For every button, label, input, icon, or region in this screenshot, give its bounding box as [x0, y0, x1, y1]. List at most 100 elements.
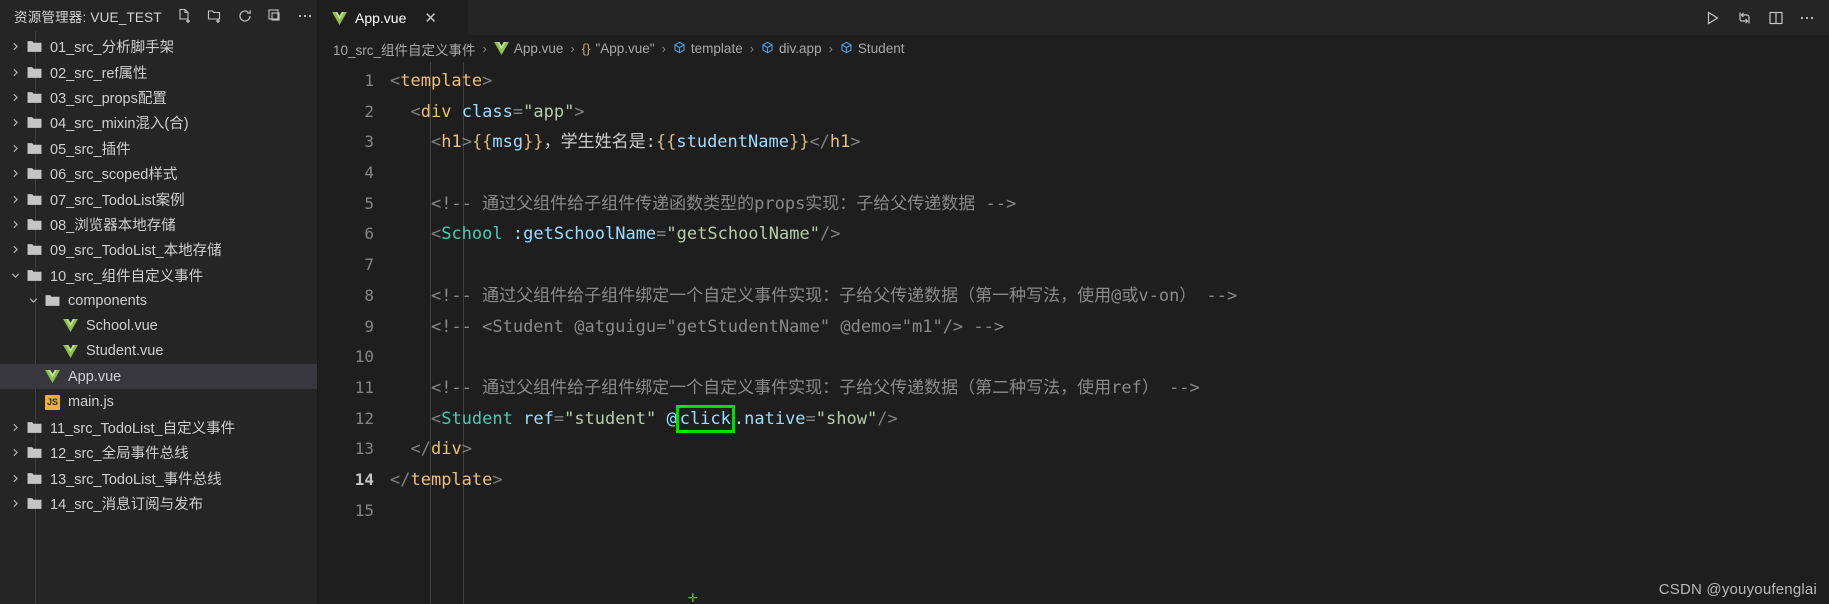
code-line-1[interactable]: <template> [390, 66, 1829, 97]
code-content[interactable]: <template> <div class="app"> <h1>{{msg}}… [390, 62, 1829, 604]
tree-item-label: App.vue [68, 368, 122, 385]
folder-icon [42, 294, 63, 307]
code-line-2[interactable]: <div class="app"> [390, 97, 1829, 128]
tree-item-3[interactable]: 04_src_mixin混入(合) [0, 110, 317, 135]
tree-item-9[interactable]: 10_src_组件自定义事件 [0, 263, 317, 288]
folder-icon [24, 243, 45, 256]
code-line-14[interactable]: </template> [390, 465, 1829, 496]
tree-item-8[interactable]: 09_src_TodoList_本地存储 [0, 237, 317, 262]
breadcrumb-separator: › [482, 41, 487, 56]
tree-item-7[interactable]: 08_浏览器本地存储 [0, 212, 317, 237]
breadcrumb-item-4[interactable]: div.app [761, 41, 822, 57]
line-number: 10 [354, 347, 374, 367]
tree-item-label: 12_src_全局事件总线 [50, 446, 189, 463]
collapse-all-icon[interactable] [266, 6, 285, 25]
more-editor-actions-icon[interactable] [1799, 10, 1815, 26]
tree-item-16[interactable]: 12_src_全局事件总线 [0, 440, 317, 465]
tree-item-4[interactable]: 05_src_插件 [0, 136, 317, 161]
tree-item-0[interactable]: 01_src_分析脚手架 [0, 34, 317, 59]
braces-icon: {} [581, 41, 591, 56]
line-number: 12 [354, 408, 374, 428]
tab-app-vue[interactable]: App.vue ✕ [318, 0, 468, 35]
chevron-down-icon[interactable] [7, 270, 24, 281]
code-line-15[interactable] [390, 496, 1829, 527]
code-line-11[interactable]: <!-- 通过父组件给子组件绑定一个自定义事件实现：子给父传递数据（第二种写法，… [390, 373, 1829, 404]
tree-item-10[interactable]: components [0, 288, 317, 313]
new-file-icon[interactable] [176, 6, 195, 25]
folder-icon [24, 66, 45, 79]
tree-item-15[interactable]: 11_src_TodoList_自定义事件 [0, 415, 317, 440]
breadcrumb-item-0[interactable]: 10_src_组件自定义事件 [333, 39, 476, 59]
code-editor[interactable]: 1 2 3 4 5 6 7 8 9 10 11 12 13 14 15 <template> <div cl… [318, 62, 1829, 604]
chevron-right-icon[interactable] [7, 67, 24, 78]
tabbar-spacer [468, 0, 1705, 35]
split-editor-icon[interactable] [1768, 10, 1784, 26]
code-line-8[interactable]: <!-- 通过父组件给子组件绑定一个自定义事件实现：子给父传递数据（第一种写法，… [390, 281, 1829, 312]
line-number: 5 [364, 193, 374, 213]
file-tree[interactable]: 01_src_分析脚手架 02_src_ref属性 03_src_props配置 04… [0, 31, 317, 604]
tree-item-6[interactable]: 07_src_TodoList案例 [0, 186, 317, 211]
more-actions-icon[interactable] [296, 6, 315, 25]
breadcrumb-item-2[interactable]: {} "App.vue" [582, 41, 655, 56]
watermark: CSDN @youyoufenglai [1658, 581, 1817, 598]
highlighted-click-token: click [675, 404, 735, 433]
line-number: 2 [364, 101, 374, 121]
code-line-4[interactable] [390, 158, 1829, 189]
code-line-3[interactable]: <h1>{{msg}}，学生姓名是:{{studentName}}</h1> [390, 127, 1829, 158]
js-icon: JS [45, 394, 60, 410]
tab-label: App.vue [355, 10, 407, 26]
chevron-right-icon[interactable] [7, 117, 24, 128]
breadcrumb-item-1[interactable]: App.vue [493, 41, 563, 56]
folder-icon [24, 497, 45, 510]
tree-item-12[interactable]: Student.vue [0, 339, 317, 364]
code-line-13[interactable]: </div> [390, 434, 1829, 465]
new-folder-icon[interactable] [206, 6, 225, 25]
tree-item-18[interactable]: 14_src_消息订阅与发布 [0, 491, 317, 516]
close-icon[interactable]: ✕ [424, 11, 437, 26]
tree-item-label: 07_src_TodoList案例 [50, 192, 185, 209]
explorer-actions [176, 6, 315, 25]
chevron-right-icon[interactable] [7, 498, 24, 509]
code-line-5[interactable]: <!-- 通过父组件给子组件传递函数类型的props实现：子给父传递数据 --> [390, 189, 1829, 220]
breadcrumb-item-5[interactable]: Student [840, 41, 904, 57]
code-line-6[interactable]: <School :getSchoolName="getSchoolName"/> [390, 219, 1829, 250]
chevron-right-icon[interactable] [7, 168, 24, 179]
tree-item-2[interactable]: 03_src_props配置 [0, 85, 317, 110]
split-run-icon[interactable] [1736, 10, 1753, 26]
tree-item-5[interactable]: 06_src_scoped样式 [0, 161, 317, 186]
tree-item-label: 11_src_TodoList_自定义事件 [50, 421, 236, 438]
code-line-12[interactable]: <Student ref="student" @ click .native="sh… [390, 404, 1829, 435]
code-line-10[interactable] [390, 342, 1829, 373]
refresh-icon[interactable] [236, 6, 255, 25]
cube-icon [840, 41, 853, 57]
tree-item-17[interactable]: 13_src_TodoList_事件总线 [0, 466, 317, 491]
breadcrumb-label: div.app [779, 41, 822, 56]
tree-item-1[interactable]: 02_src_ref属性 [0, 59, 317, 84]
chevron-right-icon[interactable] [7, 447, 24, 458]
chevron-right-icon[interactable] [7, 422, 24, 433]
vscode-window: 资源管理器: VUE_TEST 01_src_分析脚手架 02_src_ref属… [0, 0, 1829, 604]
chevron-right-icon[interactable] [7, 244, 24, 255]
chevron-down-icon[interactable] [25, 295, 42, 306]
tree-item-label: 08_浏览器本地存储 [50, 217, 176, 234]
breadcrumb-item-3[interactable]: template [673, 41, 743, 57]
cursor-marker: ✛ [688, 587, 698, 604]
breadcrumb[interactable]: 10_src_组件自定义事件 › App.vue › {} "App.vue" › templ… [318, 35, 1829, 62]
tree-item-14[interactable]: JS main.js [0, 389, 317, 414]
chevron-right-icon[interactable] [7, 473, 24, 484]
tree-item-13[interactable]: App.vue [0, 364, 317, 390]
tree-item-11[interactable]: School.vue [0, 313, 317, 338]
chevron-right-icon[interactable] [7, 219, 24, 230]
run-icon[interactable] [1705, 10, 1721, 26]
explorer-sidebar: 资源管理器: VUE_TEST 01_src_分析脚手架 02_src_ref属… [0, 0, 318, 604]
chevron-right-icon[interactable] [7, 194, 24, 205]
editor-area: App.vue ✕ 10_src_组件自定义事件 › App.vue › {} … [318, 0, 1829, 604]
code-line-9[interactable]: <!-- <Student @atguigu="getStudentName" … [390, 312, 1829, 343]
code-line-7[interactable] [390, 250, 1829, 281]
chevron-right-icon[interactable] [7, 41, 24, 52]
chevron-right-icon[interactable] [7, 92, 24, 103]
vue-icon [60, 319, 81, 333]
vue-icon [493, 42, 509, 55]
chevron-right-icon[interactable] [7, 143, 24, 154]
tree-item-label: Student.vue [86, 343, 164, 360]
